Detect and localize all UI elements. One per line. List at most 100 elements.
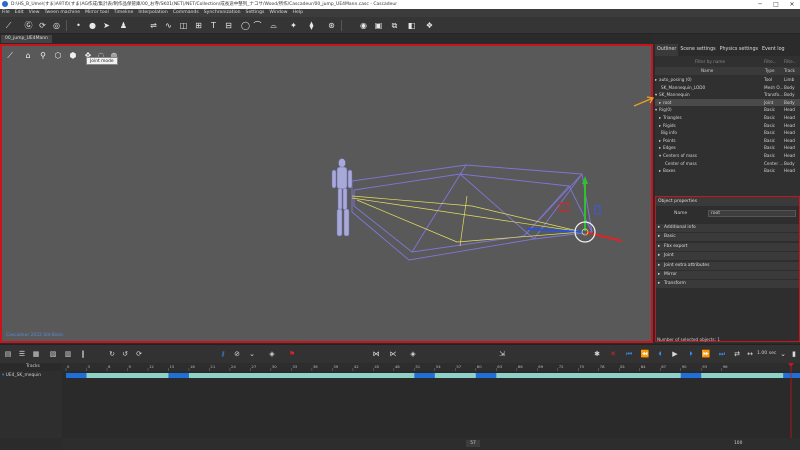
prev-key-icon[interactable]: ⏪ xyxy=(640,349,650,359)
box-icon[interactable]: ▣ xyxy=(373,20,384,31)
lasso-icon[interactable]: ◎ xyxy=(51,20,62,31)
chevron-right-icon[interactable]: ▸ xyxy=(659,99,661,107)
keyframe[interactable] xyxy=(66,373,87,378)
close-button[interactable]: ✕ xyxy=(784,0,800,9)
chevron-right-icon[interactable]: ▸ xyxy=(659,144,661,152)
timeline[interactable]: 0 3 6 9 12 15 18 21 24 27 30 33 36 39 42 45 48 51 54 57 60 63… xyxy=(62,363,800,438)
chevron-right-icon[interactable]: ▸ xyxy=(655,76,657,84)
outliner-row[interactable]: Big info Basic Head xyxy=(655,129,800,137)
menu-synchronization[interactable]: Synchronization xyxy=(204,9,241,17)
select-mode-icon[interactable]: Ⓖ xyxy=(23,20,34,31)
chevron-down-icon[interactable]: ▾ xyxy=(659,152,661,160)
outliner-row[interactable]: ▸ root Joint Body xyxy=(655,98,800,107)
target-icon[interactable]: ◉ xyxy=(358,20,369,31)
outliner-row[interactable]: ▾ Centers of mass Basic Head xyxy=(655,152,800,160)
next-key-icon[interactable]: ⏩ xyxy=(701,349,711,359)
outliner-row[interactable]: ▸ Points Basic Head xyxy=(655,137,800,145)
text-tool-icon[interactable]: T xyxy=(208,20,219,31)
refresh-icon[interactable]: ⟳ xyxy=(134,349,144,359)
columns-icon[interactable]: ‖ xyxy=(78,349,88,359)
prev-frame-icon[interactable]: ⏴ xyxy=(655,349,665,359)
delete-key-icon[interactable]: ✕ xyxy=(608,349,618,359)
column-type[interactable]: Type xyxy=(765,67,775,75)
record-key-icon[interactable]: ✱ xyxy=(592,349,602,359)
keyframe[interactable] xyxy=(414,373,435,378)
no-key-icon[interactable]: ⊘ xyxy=(232,349,242,359)
arc-icon[interactable]: ◯ xyxy=(240,20,251,31)
keyframe[interactable] xyxy=(168,373,189,378)
menu-mirror-tool[interactable]: Mirror tool xyxy=(85,9,109,17)
film-icon[interactable]: ▥ xyxy=(63,349,73,359)
tab-outliner[interactable]: Outliner xyxy=(655,44,679,56)
cursor-icon[interactable]: ➤ xyxy=(101,20,112,31)
last-frame-icon[interactable]: ⏭ xyxy=(717,349,727,359)
copy-pose-icon[interactable]: ⧉ xyxy=(389,20,400,31)
keyframe[interactable] xyxy=(783,373,800,378)
menu-help[interactable]: Help xyxy=(293,9,303,17)
chevron-right-icon[interactable]: ▸ xyxy=(659,137,661,145)
menu-timeline[interactable]: Timeline xyxy=(114,9,134,17)
timeline-canvas[interactable]: 0 3 6 9 12 15 18 21 24 27 30 33 36 39 42 45 48 51 54 57 60 63… xyxy=(62,363,800,438)
run-pose-icon[interactable]: ✦ xyxy=(288,20,299,31)
column-name[interactable]: Name xyxy=(701,67,713,75)
maximize-button[interactable]: □ xyxy=(768,0,784,9)
cut-icon[interactable]: ▧ xyxy=(48,349,58,359)
tab-scene-settings[interactable]: Scene settings xyxy=(678,44,717,56)
align-icon[interactable]: ⊞ xyxy=(193,20,204,31)
loop-icon[interactable]: ↻ xyxy=(107,349,117,359)
chevron-right-icon[interactable]: ▸ xyxy=(659,122,661,130)
menu-window[interactable]: Window xyxy=(269,9,287,17)
chevron-right-icon[interactable]: ▸ xyxy=(659,167,661,175)
minimize-button[interactable]: ─ xyxy=(752,0,768,9)
name-field[interactable]: root xyxy=(708,210,796,217)
fit-icon[interactable]: ⇲ xyxy=(497,349,507,359)
outliner-row[interactable]: ▸ Triangles Basic Head xyxy=(655,114,800,122)
outliner-row[interactable]: ▸ Rigids Basic Head xyxy=(655,122,800,130)
tween-icon[interactable]: ⇌ xyxy=(148,20,159,31)
filter-track-input[interactable]: Filte... xyxy=(784,57,797,66)
property-section[interactable]: ▸ Joint xyxy=(656,252,799,261)
menu-commands[interactable]: Commands xyxy=(173,9,199,17)
paste-pose-icon[interactable]: ◧ xyxy=(406,20,417,31)
chevron-right-icon[interactable]: ▸ xyxy=(659,114,661,122)
keyframe[interactable] xyxy=(680,373,702,378)
property-section[interactable]: ▸ Fbx export xyxy=(656,242,799,251)
document-tab[interactable]: 00_jump_UE4Mann xyxy=(1,35,52,43)
speed-icon[interactable]: ↔ xyxy=(745,349,755,359)
property-section[interactable]: ▸ Joint extra attributes xyxy=(656,261,799,270)
key-mode-icon[interactable]: ◈ xyxy=(408,349,418,359)
outliner-row[interactable]: ▸ Edges Basic Head xyxy=(655,144,800,152)
outliner-row[interactable]: ▸ auto_posing (0) Tool Limb xyxy=(655,76,800,84)
layers-icon[interactable]: ▤ xyxy=(3,349,13,359)
play-icon[interactable]: ▶ xyxy=(670,349,680,359)
interpolation-icon[interactable]: ∿ xyxy=(163,20,174,31)
property-section[interactable]: ▸ Transform xyxy=(656,280,799,289)
fps-label[interactable]: 1.00 sec xyxy=(757,351,776,356)
outliner-row[interactable]: Center of mass Center ... Body xyxy=(655,160,800,168)
frame-icon[interactable]: ⊟ xyxy=(223,20,234,31)
physics-icon[interactable]: ⊛ xyxy=(326,20,337,31)
keyframe[interactable] xyxy=(475,373,497,378)
list-icon[interactable]: ☰ xyxy=(17,349,27,359)
outliner-row[interactable]: ▾ Rig(0) Basic Head xyxy=(655,106,800,114)
menu-view[interactable]: View xyxy=(29,9,40,17)
menu-edit[interactable]: Edit xyxy=(15,9,24,17)
filter-type-input[interactable]: Filte... xyxy=(764,57,777,66)
column-track[interactable]: Track xyxy=(784,67,795,75)
tab-physics-settings[interactable]: Physics settings xyxy=(718,44,760,56)
sync-icon[interactable]: ⋉ xyxy=(388,349,398,359)
figure-icon[interactable]: ♟ xyxy=(118,20,129,31)
viewport-3d[interactable]: ⟋ ⌂ ⚲ ⬡ ⬢ ✥ ◌ ◍ Joint mode Cascadeur 202… xyxy=(0,44,653,343)
menu-interpolation[interactable]: Interpolation xyxy=(138,9,167,17)
expand-icon[interactable]: ▾ xyxy=(2,373,4,378)
outliner-row[interactable]: ▸ Boxes Basic Head xyxy=(655,167,800,175)
menu-file[interactable]: File xyxy=(2,9,10,17)
path-icon[interactable]: ⌒ xyxy=(252,20,263,31)
property-section[interactable]: ▸ Mirror xyxy=(656,271,799,279)
chevron-down-icon[interactable]: ⌄ xyxy=(247,349,257,359)
menu-settings[interactable]: Settings xyxy=(246,9,265,17)
property-section[interactable]: ▸ Basic xyxy=(656,233,799,242)
chevron-down-icon[interactable]: ⌄ xyxy=(778,349,788,359)
loop-back-icon[interactable]: ↺ xyxy=(120,349,130,359)
mirror-icon[interactable]: ❖ xyxy=(424,20,435,31)
